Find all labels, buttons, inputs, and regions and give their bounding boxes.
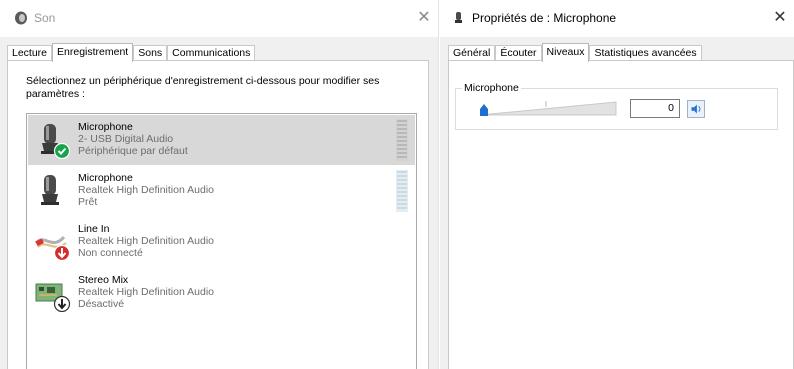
level-meter (396, 119, 408, 161)
device-status: Prêt (78, 196, 98, 208)
tab-ecouter[interactable]: Écouter (495, 45, 542, 61)
device-row-microphone-usb[interactable]: Microphone 2- USB Digital Audio Périphér… (28, 115, 415, 165)
close-icon[interactable]: ✕ (770, 8, 790, 28)
device-name: Stereo Mix (78, 274, 129, 286)
level-slider[interactable] (478, 99, 618, 119)
device-driver: 2- USB Digital Audio (78, 133, 174, 145)
device-name: Microphone (78, 172, 133, 184)
properties-tabs: Général Écouter Niveaux Statistiques ava… (448, 43, 702, 62)
microphone-level-group: Microphone 0 (455, 82, 778, 130)
level-value-field[interactable]: 0 (630, 99, 680, 118)
properties-window-title: Propriétés de : Microphone (472, 11, 617, 25)
device-driver: Realtek High Definition Audio (78, 235, 214, 247)
device-driver: Realtek High Definition Audio (78, 184, 214, 196)
level-meter (396, 170, 408, 212)
sound-window: Son ✕ Lecture Enregistrement Sons Commun… (0, 0, 439, 369)
tab-niveaux[interactable]: Niveaux (541, 43, 590, 62)
levels-panel: Microphone 0 (448, 60, 794, 369)
tab-lecture[interactable]: Lecture (7, 45, 53, 61)
microphone-icon (41, 175, 59, 205)
device-name: Line In (78, 223, 110, 235)
device-row-line-in[interactable]: Line In Realtek High Definition Audio No… (28, 217, 415, 267)
speaker-title-icon (15, 11, 27, 25)
device-row-microphone-realtek[interactable]: Microphone Realtek High Definition Audio… (28, 166, 415, 216)
tab-general[interactable]: Général (448, 45, 496, 61)
microphone-icon (41, 124, 71, 159)
microphone-level-label: Microphone (462, 82, 521, 94)
tab-communications[interactable]: Communications (167, 45, 256, 61)
device-status: Non connecté (78, 247, 143, 259)
device-status: Désactivé (78, 298, 125, 310)
tab-statistiques-avancees[interactable]: Statistiques avancées (589, 45, 702, 61)
device-driver: Realtek High Definition Audio (78, 286, 214, 298)
device-status: Périphérique par défaut (78, 145, 188, 157)
close-icon[interactable]: ✕ (414, 8, 434, 28)
tab-enregistrement[interactable]: Enregistrement (52, 43, 134, 62)
microphone-properties-window: Propriétés de : Microphone ✕ Général Éco… (440, 0, 794, 369)
recording-device-list[interactable]: Microphone 2- USB Digital Audio Périphér… (26, 113, 417, 369)
tab-sons[interactable]: Sons (133, 45, 168, 61)
sound-card-icon (35, 283, 71, 312)
sound-window-title: Son (34, 11, 56, 25)
line-in-cable-icon (34, 235, 71, 261)
properties-title-bar: Propriétés de : Microphone ✕ (440, 0, 794, 37)
microphone-title-icon (455, 12, 462, 23)
sound-title-bar: Son ✕ (0, 0, 438, 37)
device-row-stereo-mix[interactable]: Stereo Mix Realtek High Definition Audio… (28, 268, 415, 318)
recording-panel: Sélectionnez un périphérique d'enregistr… (7, 60, 429, 369)
device-name: Microphone (78, 121, 133, 133)
recording-instruction: Sélectionnez un périphérique d'enregistr… (26, 75, 380, 100)
speaker-mute-button[interactable] (687, 100, 705, 118)
level-slider-thumb (480, 104, 488, 116)
sound-tabs: Lecture Enregistrement Sons Communicatio… (7, 43, 256, 62)
